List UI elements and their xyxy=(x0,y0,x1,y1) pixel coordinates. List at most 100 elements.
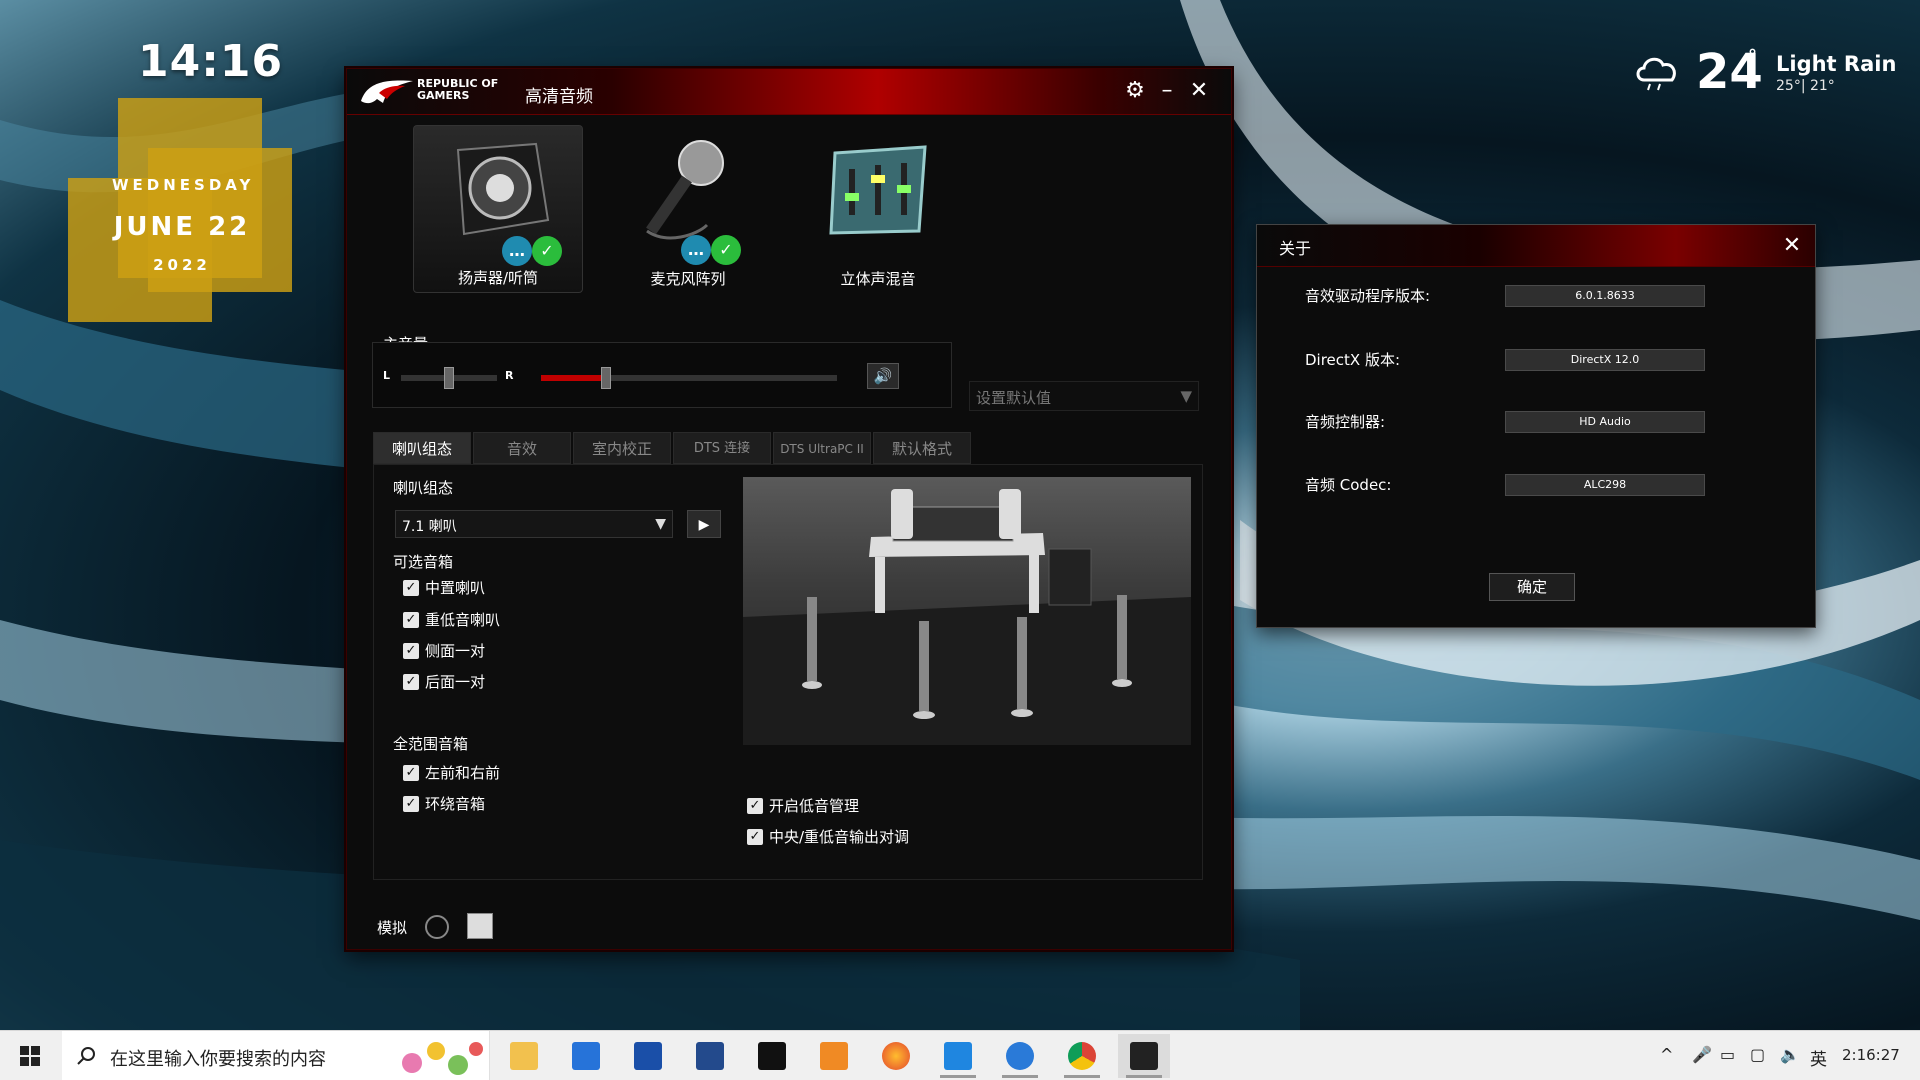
analog-label: 模拟 xyxy=(377,919,408,937)
tray-overflow-chevron-up-icon[interactable]: ^ xyxy=(1660,1045,1673,1064)
desktop-wallpaper: 14:16 WEDNESDAY JUNE 22 2022 24 ° Light … xyxy=(0,0,1920,1030)
checkbox-checked-icon[interactable]: ✓ xyxy=(403,764,419,781)
checkbox-checked-icon[interactable]: ✓ xyxy=(403,795,419,812)
taskbar-app-blue-arrow[interactable] xyxy=(932,1034,984,1078)
checkbox-checked-icon[interactable]: ✓ xyxy=(747,797,763,814)
optional-speakers-label: 可选音箱 xyxy=(393,553,454,571)
checkbox-front-lr[interactable]: ✓ 左前和右前 xyxy=(403,762,500,784)
minimize-button[interactable]: – xyxy=(1153,77,1181,105)
dolby-icon xyxy=(696,1042,724,1070)
volume-slider-track[interactable] xyxy=(541,367,837,389)
checkbox-label: 开启低音管理 xyxy=(769,797,860,815)
checkbox-checked-icon[interactable]: ✓ xyxy=(403,579,419,596)
search-icon xyxy=(77,1047,95,1065)
analog-port-square-icon[interactable] xyxy=(467,913,493,939)
taskbar-store[interactable] xyxy=(560,1034,612,1078)
balance-slider-thumb[interactable] xyxy=(444,367,454,389)
tab-dts-connect[interactable]: DTS 连接 xyxy=(673,432,771,464)
audio-controller-value: HD Audio xyxy=(1505,411,1705,433)
mixer-icon xyxy=(829,145,927,235)
checkbox-center[interactable]: ✓ 中置喇叭 xyxy=(403,577,485,599)
about-title: 关于 xyxy=(1279,239,1312,258)
checkbox-checked-icon[interactable]: ✓ xyxy=(403,642,419,659)
battery-tray-icon[interactable]: ▭ xyxy=(1720,1045,1735,1064)
windows-logo-icon xyxy=(20,1046,40,1066)
taskbar-firefox[interactable] xyxy=(870,1034,922,1078)
checkbox-label: 左前和右前 xyxy=(425,764,501,782)
app-orange-icon xyxy=(820,1042,848,1070)
taskbar-dolby-audio[interactable] xyxy=(746,1034,798,1078)
tab-default-format[interactable]: 默认格式 xyxy=(873,432,971,464)
volume-slider-fill xyxy=(541,375,607,381)
taskbar-dolby-access[interactable] xyxy=(622,1034,674,1078)
store-icon xyxy=(572,1042,600,1070)
taskbar-dolby[interactable] xyxy=(684,1034,736,1078)
taskbar-rog-audio[interactable] xyxy=(1118,1034,1170,1078)
check-icon: ✓ xyxy=(711,235,741,265)
taskbar-sogou[interactable] xyxy=(994,1034,1046,1078)
rog-brand-text: REPUBLIC OF GAMERS xyxy=(417,77,499,102)
checkbox-checked-icon[interactable]: ✓ xyxy=(403,611,419,628)
device-microphone[interactable]: … ✓ 麦克风阵列 xyxy=(603,125,773,293)
close-icon[interactable]: ✕ xyxy=(1777,231,1807,261)
device-microphone-label: 麦克风阵列 xyxy=(650,270,726,288)
about-dialog: 关于 ✕ 音效驱动程序版本: 6.0.1.8633 DirectX 版本: Di… xyxy=(1256,224,1816,628)
weather-degree: ° xyxy=(1748,46,1757,67)
file-explorer-icon xyxy=(510,1042,538,1070)
settings-gear-icon[interactable]: ⚙ xyxy=(1121,77,1149,105)
checkbox-rear-pair[interactable]: ✓ 后面一对 xyxy=(403,671,485,693)
tab-room-correction[interactable]: 室内校正 xyxy=(573,432,671,464)
checkbox-label: 中央/重低音输出对调 xyxy=(769,828,910,846)
mute-speaker-icon[interactable]: 🔊 xyxy=(867,363,899,389)
weather-condition: Light Rain xyxy=(1776,52,1897,76)
device-speakers[interactable]: … ✓ 扬声器/听筒 xyxy=(413,125,583,293)
play-test-button[interactable]: ▶ xyxy=(687,510,721,538)
tab-effects[interactable]: 音效 xyxy=(473,432,571,464)
checkbox-bass-management[interactable]: ✓ 开启低音管理 xyxy=(747,795,859,817)
tab-speaker-config[interactable]: 喇叭组态 xyxy=(373,432,471,464)
chrome-icon xyxy=(1068,1042,1096,1070)
checkbox-label: 环绕音箱 xyxy=(425,795,486,813)
speaker-config-dropdown[interactable]: 7.1 喇叭 ▼ xyxy=(395,510,673,538)
taskbar-search-box[interactable]: 在这里输入你要搜索的内容 xyxy=(62,1031,490,1080)
directx-version-label: DirectX 版本: xyxy=(1305,351,1401,369)
volume-slider-thumb[interactable] xyxy=(601,367,612,389)
ok-button[interactable]: 确定 xyxy=(1489,573,1575,601)
driver-version-value: 6.0.1.8633 xyxy=(1505,285,1705,307)
checkbox-label: 后面一对 xyxy=(425,673,486,691)
microphone-tray-icon[interactable]: 🎤 xyxy=(1692,1045,1712,1064)
taskbar-clock[interactable]: 2:16:27 xyxy=(1842,1046,1900,1064)
volume-tray-icon[interactable]: 🔈 xyxy=(1780,1045,1800,1064)
check-icon: ✓ xyxy=(532,236,562,266)
set-default-dropdown[interactable]: 设置默认值 ▼ xyxy=(969,381,1199,411)
balance-slider-track[interactable] xyxy=(401,367,497,389)
checkbox-swap-center-sub[interactable]: ✓ 中央/重低音输出对调 xyxy=(747,826,909,848)
taskbar-file-explorer[interactable] xyxy=(498,1034,550,1078)
rog-audio-icon xyxy=(1130,1042,1158,1070)
taskbar-chrome[interactable] xyxy=(1056,1034,1108,1078)
taskbar-app-orange[interactable] xyxy=(808,1034,860,1078)
checkbox-checked-icon[interactable]: ✓ xyxy=(747,828,763,845)
rog-audio-window: REPUBLIC OF GAMERS 高清音频 ⚙ – ✕ … ✓ 扬声器/听筒… xyxy=(346,68,1232,950)
checkbox-checked-icon[interactable]: ✓ xyxy=(403,673,419,690)
ime-indicator[interactable]: 英 xyxy=(1810,1045,1827,1070)
network-tray-icon[interactable]: ▢ xyxy=(1750,1045,1765,1064)
checkbox-label: 中置喇叭 xyxy=(425,579,486,597)
sogou-icon xyxy=(1006,1042,1034,1070)
start-button[interactable] xyxy=(0,1031,62,1080)
checkbox-subwoofer[interactable]: ✓ 重低音喇叭 xyxy=(403,609,500,631)
taskbar: 在这里输入你要搜索的内容 ^ 🎤 ▭ ▢ 🔈 英 2:16:27 xyxy=(0,1030,1920,1080)
speaker-layout-illustration xyxy=(743,489,1191,745)
device-speakers-label: 扬声器/听筒 xyxy=(457,269,539,287)
play-icon: ▶ xyxy=(698,517,710,533)
fullrange-speakers-label: 全范围音箱 xyxy=(393,735,469,753)
tab-dts-ultrapc[interactable]: DTS UltraPC II xyxy=(773,432,871,464)
checkbox-side-pair[interactable]: ✓ 侧面一对 xyxy=(403,640,485,662)
close-button[interactable]: ✕ xyxy=(1185,77,1213,105)
device-stereo-mix[interactable]: 立体声混音 xyxy=(793,125,963,293)
search-highlight-flowers-icon xyxy=(402,1042,483,1075)
window-titlebar[interactable]: REPUBLIC OF GAMERS 高清音频 ⚙ – ✕ xyxy=(347,69,1231,115)
about-titlebar[interactable]: 关于 ✕ xyxy=(1257,225,1815,267)
checkbox-surround[interactable]: ✓ 环绕音箱 xyxy=(403,793,485,815)
analog-port-circle-icon[interactable] xyxy=(425,915,449,939)
